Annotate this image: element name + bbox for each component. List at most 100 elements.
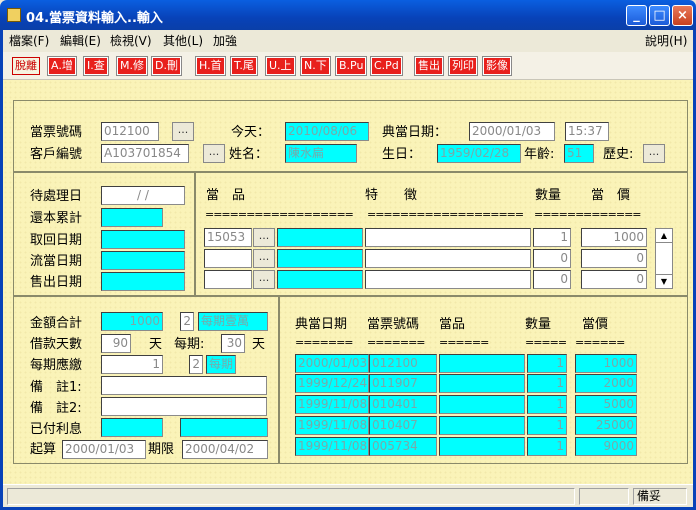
price-separator: ======= [583, 208, 642, 221]
item-lookup-button[interactable]: ... [253, 270, 275, 289]
renew-amount-field[interactable]: 1 [101, 355, 163, 374]
start-date-label: 起算 [30, 442, 57, 457]
next-button[interactable]: N.下 [300, 56, 331, 76]
loan-days-field[interactable]: 90 [101, 334, 131, 353]
history-date-header: 典當日期 [295, 317, 348, 332]
per-period-field[interactable]: 30 [221, 334, 245, 353]
paid-interest-label: 已付利息 [30, 422, 83, 437]
modify-button[interactable]: M.修 [116, 56, 148, 76]
ticket-no-field[interactable]: 012100 [101, 122, 159, 141]
first-button[interactable]: H.首 [195, 56, 226, 76]
scroll-down-icon[interactable]: ▼ [656, 274, 672, 288]
menu-view[interactable]: 檢視(V) [110, 32, 152, 49]
name-field[interactable]: 陳水扁 [285, 144, 357, 163]
history-row[interactable]: 2000/01/03 012100 1 1000 [295, 354, 637, 373]
history-ticket-cell: 012100 [369, 354, 437, 373]
status-indicator [579, 488, 629, 505]
feature-field[interactable] [365, 270, 531, 289]
item-header: 當 品 [206, 188, 246, 203]
menu-edit[interactable]: 編輯(E) [60, 32, 101, 49]
history-separator: ===== [525, 336, 567, 349]
qty-field[interactable]: 0 [533, 249, 571, 268]
prev-button[interactable]: U.上 [265, 56, 296, 76]
item-separator: ================== [205, 208, 354, 221]
history-date-cell: 1999/11/08 [295, 416, 369, 435]
item-lookup-button[interactable]: ... [253, 228, 275, 247]
pending-date-field[interactable]: / / [101, 186, 185, 205]
history-row[interactable]: 1999/11/08 010407 1 25000 [295, 416, 637, 435]
pawn-time-field[interactable]: 15:37 [565, 122, 609, 141]
history-item-header: 當品 [439, 317, 466, 332]
menu-file[interactable]: 檔案(F) [9, 32, 49, 49]
exit-button[interactable]: 脫離 [12, 57, 40, 75]
status-message [7, 488, 575, 505]
history-row[interactable]: 1999/11/08 010401 1 5000 [295, 395, 637, 414]
menu-help[interactable]: 說明(H) [645, 32, 687, 49]
note1-field[interactable] [101, 376, 267, 395]
menu-other[interactable]: 其他(L) [163, 32, 203, 49]
history-date-cell: 2000/01/03 [295, 354, 369, 373]
note2-label: 備 註2: [30, 401, 82, 416]
last-button[interactable]: T.尾 [230, 56, 258, 76]
title-bar[interactable]: 04.當票資料輸入..輸入 _ □ × [0, 0, 696, 30]
menu-enhance[interactable]: 加強 [213, 32, 237, 49]
renew-desc-field: 每期 [206, 355, 236, 374]
price-field[interactable]: 0 [581, 270, 647, 289]
history-row[interactable]: 1999/11/08 005734 1 9000 [295, 437, 637, 456]
pawn-date-field[interactable]: 2000/01/03 [469, 122, 555, 141]
note1-label: 備 註1: [30, 380, 82, 395]
minimize-button[interactable]: _ [626, 5, 647, 26]
item-code-field[interactable] [204, 270, 252, 289]
paid-interest-extra-field [180, 418, 268, 437]
history-price-cell: 5000 [575, 395, 637, 414]
repaid-total-label: 還本累計 [30, 211, 83, 226]
history-price-cell: 2000 [575, 374, 637, 393]
item-code-field[interactable]: 15053 [204, 228, 252, 247]
form-area: 當票號碼 012100 ... 客戶編號 A103701854 ... 今天： … [3, 80, 693, 484]
maximize-button[interactable]: □ [649, 5, 670, 26]
ticket-no-label: 當票號碼 [30, 125, 83, 140]
total-code-field[interactable]: 2 [180, 312, 194, 331]
feature-field[interactable] [365, 228, 531, 247]
item-lookup-button[interactable]: ... [253, 249, 275, 268]
price-field[interactable]: 1000 [581, 228, 647, 247]
window-title: 04.當票資料輸入..輸入 [26, 11, 163, 26]
customer-no-field[interactable]: A103701854 [101, 144, 189, 163]
delete-button[interactable]: D.刪 [151, 56, 182, 76]
limit-date-field[interactable]: 2000/04/02 [182, 440, 268, 459]
print-button[interactable]: 列印 [448, 56, 478, 76]
query-button[interactable]: I.查 [83, 56, 109, 76]
history-separator: ====== [575, 336, 625, 349]
sold-date-label: 售出日期 [30, 275, 83, 290]
price-field[interactable]: 0 [581, 249, 647, 268]
page-down-button[interactable]: C.Pd [370, 56, 403, 76]
close-button[interactable]: × [672, 5, 693, 26]
start-date-field[interactable]: 2000/01/03 [62, 440, 146, 459]
history-button[interactable]: ... [643, 144, 665, 163]
renew-code-field[interactable]: 2 [189, 355, 203, 374]
ticket-lookup-button[interactable]: ... [172, 122, 194, 141]
status-ready: 備妥 [633, 488, 687, 505]
history-qty-cell: 1 [527, 437, 567, 456]
qty-field[interactable]: 0 [533, 270, 571, 289]
history-qty-cell: 1 [527, 416, 567, 435]
item-code-field[interactable] [204, 249, 252, 268]
history-item-cell [439, 354, 525, 373]
sold-button[interactable]: 售出 [414, 56, 444, 76]
qty-header: 數量 [535, 188, 562, 203]
qty-separator: ====== [534, 208, 584, 221]
note2-field[interactable] [101, 397, 267, 416]
retrieve-date-field [101, 230, 185, 249]
qty-field[interactable]: 1 [533, 228, 571, 247]
items-scrollbar[interactable]: ▲ ▼ [655, 228, 673, 289]
pending-date-label: 待處理日 [30, 189, 83, 204]
scroll-up-icon[interactable]: ▲ [656, 229, 672, 243]
birthday-field[interactable]: 1959/02/28 [437, 144, 521, 163]
history-price-cell: 1000 [575, 354, 637, 373]
history-row[interactable]: 1999/12/24 011907 1 2000 [295, 374, 637, 393]
feature-field[interactable] [365, 249, 531, 268]
customer-lookup-button[interactable]: ... [203, 144, 225, 163]
add-button[interactable]: A.增 [47, 56, 77, 76]
page-up-button[interactable]: B.Pu [334, 56, 368, 76]
image-button[interactable]: 影像 [482, 56, 512, 76]
